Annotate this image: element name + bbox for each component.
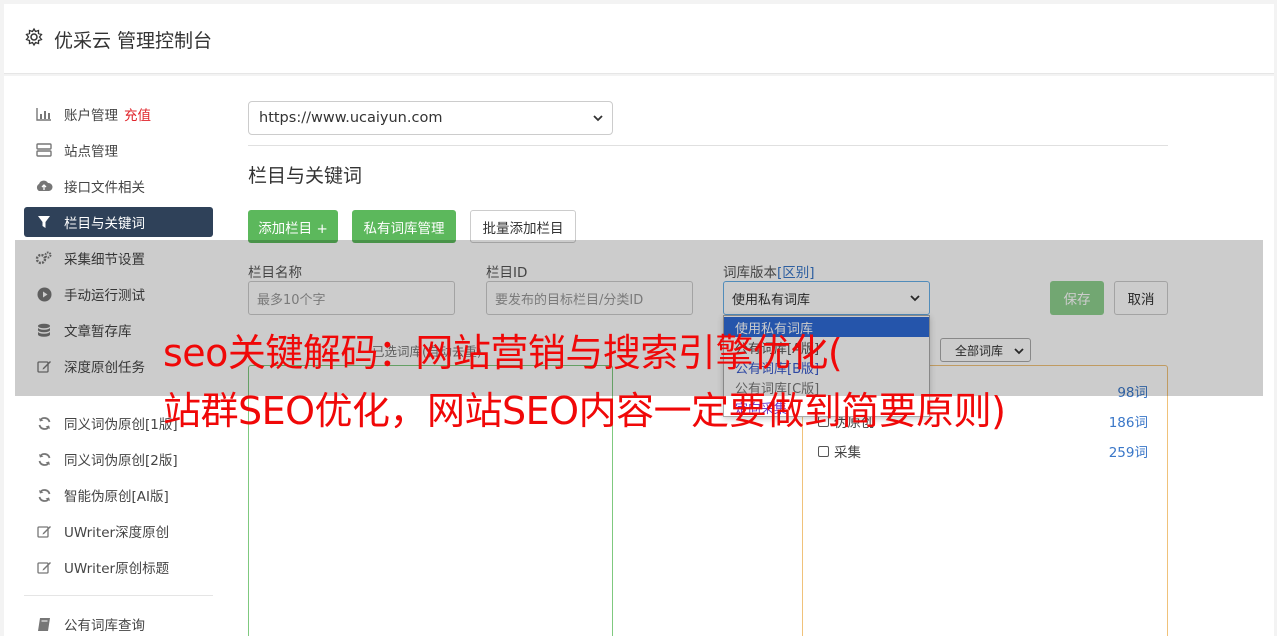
gear-icon [25,27,43,47]
divider [248,145,1168,146]
sidebar-item-uwriter-title[interactable]: UWriter原创标题 [24,552,213,582]
book-icon [35,615,53,633]
sidebar-item-synonym-v2[interactable]: 同义词伪原创[2版] [24,444,213,474]
recharge-link[interactable]: 充值 [124,104,151,124]
sidebar-item-public-lib[interactable]: 公有词库查询 [24,609,213,636]
filter-icon [35,213,53,231]
cloud-upload-icon [35,177,53,195]
sidebar-item-label: UWriter原创标题 [64,561,170,577]
sidebar-item-label: 站点管理 [64,144,118,160]
overlay-headline-2: 站群SEO优化，网站SEO内容一定要做到简要原则) [163,389,1006,433]
sidebar-item-label: 栏目与关键词 [64,216,145,232]
edit-icon [35,558,53,576]
lib-item-count: 259词 [1108,445,1148,461]
batch-add-button[interactable]: 批量添加栏目 [470,210,576,243]
lib-item-count: 186词 [1108,415,1148,431]
sidebar-item-interface[interactable]: 接口文件相关 [24,171,213,201]
edit-icon [35,522,53,540]
add-column-button[interactable]: 添加栏目 + [248,210,338,243]
sidebar-item-label: 同义词伪原创[1版] [64,417,178,433]
refresh-icon [35,486,53,504]
site-select[interactable]: https://www.ucaiyun.com [248,101,613,135]
sidebar-item-label: 智能伪原创[AI版] [64,489,169,505]
sidebar-item-label: 同义词伪原创[2版] [64,453,178,469]
sidebar-item-ai-rewrite[interactable]: 智能伪原创[AI版] [24,480,213,510]
site-select-value: https://www.ucaiyun.com [259,110,443,126]
top-bar: 优采云 管理控制台 [4,4,1274,74]
refresh-icon [35,414,53,432]
private-lib-button[interactable]: 私有词库管理 [352,210,456,243]
sidebar-item-sites[interactable]: 站点管理 [24,135,213,165]
sidebar-item-label: UWriter深度原创 [64,525,170,541]
sidebar-divider [24,595,213,596]
server-icon [35,141,53,159]
lib-item[interactable]: 采集 259词 [818,441,1150,461]
sidebar-item-account[interactable]: 账户管理 充值 [24,99,213,129]
sidebar-item-columns-keywords[interactable]: 栏目与关键词 [24,207,213,237]
overlay-headline-1: seo关键解码：网站营销与搜索引擎优化( [163,331,843,375]
lib-checkbox[interactable] [818,445,829,457]
sidebar-item-label: 账户管理 [64,108,118,124]
bar-chart-icon [35,105,53,123]
sidebar-item-label: 接口文件相关 [64,180,145,196]
lib-item-name: 采集 [834,445,861,461]
refresh-icon [35,450,53,468]
app-title: 优采云 管理控制台 [54,30,213,52]
sidebar-item-label: 公有词库查询 [64,618,145,634]
chevron-down-icon [593,115,603,122]
sidebar-item-uwriter-deep[interactable]: UWriter深度原创 [24,516,213,546]
section-title: 栏目与关键词 [248,165,363,187]
